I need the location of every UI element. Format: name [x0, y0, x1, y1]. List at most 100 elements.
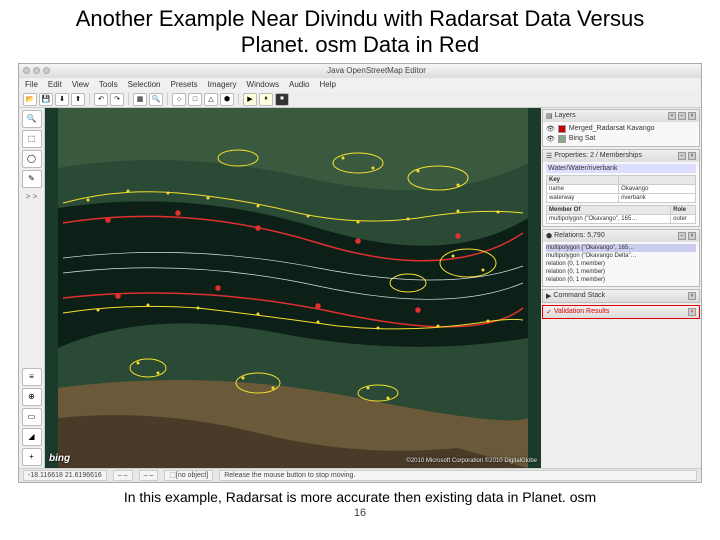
layer-row[interactable]: 👁 Merged_Radarsat Kavango — [546, 124, 696, 134]
membership-table: Member OfRole multipolygon ("Okavango", … — [546, 205, 696, 224]
maximize-icon[interactable] — [43, 67, 50, 74]
main-toolbar: 📂 💾 ⬇ ⬆ ↶ ↷ ▦ 🔍 ○ □ △ ⬢ ▶ ⏸ ⏹ — [19, 92, 701, 108]
minimize-icon[interactable] — [33, 67, 40, 74]
tags-table: Key nameOkavango waterwayriverbank — [546, 175, 696, 203]
panel-title: Relations: 5,790 — [554, 232, 605, 239]
panel-close-icon[interactable]: × — [688, 292, 696, 300]
key-header: Key — [547, 175, 619, 184]
status-heading: – – — [113, 470, 133, 481]
status-hint: Release the mouse button to stop moving. — [219, 470, 697, 481]
slide-title: Another Example Near Divindu with Radars… — [0, 0, 720, 63]
relations-panel: ⬢ Relations: 5,790 – × multipolygon ("Ok… — [542, 229, 700, 287]
menu-selection[interactable]: Selection — [128, 80, 161, 89]
select-tool[interactable]: ⬚ — [22, 130, 42, 148]
add-tool[interactable]: + — [22, 448, 42, 466]
panel-title: Layers — [555, 112, 576, 119]
panel-close-icon[interactable]: × — [688, 232, 696, 240]
table-row[interactable]: waterwayriverbank — [547, 193, 696, 202]
building-tool[interactable]: ▭ — [22, 408, 42, 426]
properties-icon: ☰ — [546, 152, 552, 160]
properties-panel: ☰ Properties: 2 / Memberships – × Water/… — [542, 149, 700, 227]
menubar: File Edit View Tools Selection Presets I… — [19, 78, 701, 92]
role-header: Role — [671, 205, 696, 214]
relation-row[interactable]: relation (0, 1 member) — [546, 268, 696, 276]
page-number: 16 — [0, 507, 720, 519]
table-row[interactable]: nameOkavango — [547, 184, 696, 193]
status-object: ⬚ [no object] — [164, 470, 213, 481]
panel-action-icon[interactable]: ⚬ — [668, 112, 676, 120]
undo-button[interactable]: ↶ — [94, 93, 108, 106]
preset-button[interactable]: ○ — [172, 93, 186, 106]
table-row[interactable]: multipolygon ("Okavango", 165…outer — [547, 214, 696, 223]
upload-button[interactable]: ⬆ — [71, 93, 85, 106]
panel-action-icon[interactable]: – — [678, 232, 686, 240]
download-button[interactable]: ⬇ — [55, 93, 69, 106]
memberof-header: Member Of — [547, 205, 671, 214]
statusbar: -18.116618 21.6196616 – – – – ⬚ [no obje… — [19, 468, 701, 482]
menu-presets[interactable]: Presets — [171, 80, 198, 89]
panel-title: Properties: 2 / Memberships — [554, 152, 642, 159]
bing-logo: bing — [49, 453, 70, 464]
save-button[interactable]: 💾 — [39, 93, 53, 106]
draw-tool[interactable]: ✎ — [22, 170, 42, 188]
audio-stop-button[interactable]: ⏹ — [275, 93, 289, 106]
menu-tools[interactable]: Tools — [99, 80, 118, 89]
separator-icon — [128, 93, 129, 105]
panel-title: Validation Results — [554, 308, 610, 315]
layer-row[interactable]: 👁 Bing Sat — [546, 134, 696, 144]
menu-view[interactable]: View — [72, 80, 89, 89]
status-angle: – – — [139, 470, 159, 481]
slide-caption: In this example, Radarsat is more accura… — [0, 483, 720, 507]
panel-action-icon[interactable]: – — [678, 152, 686, 160]
layers-panel: ▤ Layers ⚬ – × 👁 Merged_Radarsat Kavango — [542, 109, 700, 147]
zoom-tool[interactable]: 🔍 — [22, 110, 42, 128]
separator-icon — [89, 93, 90, 105]
layers-icon: ▤ — [546, 112, 553, 120]
parallel-tool[interactable]: ≡ — [22, 368, 42, 386]
status-coords: -18.116618 21.6196616 — [23, 470, 107, 481]
relation-row[interactable]: relation (0, 1 member) — [546, 260, 696, 268]
selection-summary: Water/Water/riverbank — [546, 164, 696, 173]
redo-button[interactable]: ↷ — [110, 93, 124, 106]
menu-windows[interactable]: Windows — [247, 80, 279, 89]
panel-close-icon[interactable]: × — [688, 308, 696, 316]
preset-button[interactable]: □ — [188, 93, 202, 106]
menu-imagery[interactable]: Imagery — [208, 80, 237, 89]
left-toolbar: 🔍 ⬚ ◯ ✎ > > ≡ ⊕ ▭ ◢ + — [19, 108, 45, 468]
panel-close-icon[interactable]: × — [688, 112, 696, 120]
window-title: Java OpenStreetMap Editor — [56, 66, 697, 75]
separator-icon — [238, 93, 239, 105]
relation-row[interactable]: multipolygon ("Okavango Delta"… — [546, 252, 696, 260]
layer-swatch — [558, 135, 566, 143]
improve-tool[interactable]: ⊕ — [22, 388, 42, 406]
right-panel-area: ▤ Layers ⚬ – × 👁 Merged_Radarsat Kavango — [541, 108, 701, 468]
layer-name: Bing Sat — [569, 135, 595, 142]
imagery-attribution: ©2010 Microsoft Corporation ©2010 Digita… — [406, 458, 537, 464]
open-button[interactable]: 📂 — [23, 93, 37, 106]
preset-button[interactable]: ⬢ — [220, 93, 234, 106]
relations-icon: ⬢ — [546, 232, 552, 240]
angle-tool[interactable]: ◢ — [22, 428, 42, 446]
close-icon[interactable] — [23, 67, 30, 74]
grid-button[interactable]: ▦ — [133, 93, 147, 106]
audio-play-button[interactable]: ▶ — [243, 93, 257, 106]
menu-audio[interactable]: Audio — [289, 80, 309, 89]
menu-help[interactable]: Help — [319, 80, 335, 89]
panel-action-icon[interactable]: – — [678, 112, 686, 120]
audio-pause-button[interactable]: ⏸ — [259, 93, 273, 106]
lasso-tool[interactable]: ◯ — [22, 150, 42, 168]
menu-file[interactable]: File — [25, 80, 38, 89]
preset-button[interactable]: △ — [204, 93, 218, 106]
eye-icon[interactable]: 👁 — [546, 125, 555, 133]
search-button[interactable]: 🔍 — [149, 93, 163, 106]
relation-row[interactable]: relation (0, 1 member) — [546, 276, 696, 284]
eye-icon[interactable]: 👁 — [546, 135, 555, 143]
map-canvas[interactable]: bing ©2010 Microsoft Corporation ©2010 D… — [45, 108, 541, 468]
expand-toolbar[interactable]: > > — [26, 192, 38, 201]
panel-close-icon[interactable]: × — [688, 152, 696, 160]
map-svg — [45, 108, 541, 468]
menu-edit[interactable]: Edit — [48, 80, 62, 89]
validation-icon: ✓ — [546, 308, 552, 316]
relation-row[interactable]: multipolygon ("Okavango", 165… — [546, 244, 696, 252]
validation-panel: ✓ Validation Results × — [542, 305, 700, 319]
